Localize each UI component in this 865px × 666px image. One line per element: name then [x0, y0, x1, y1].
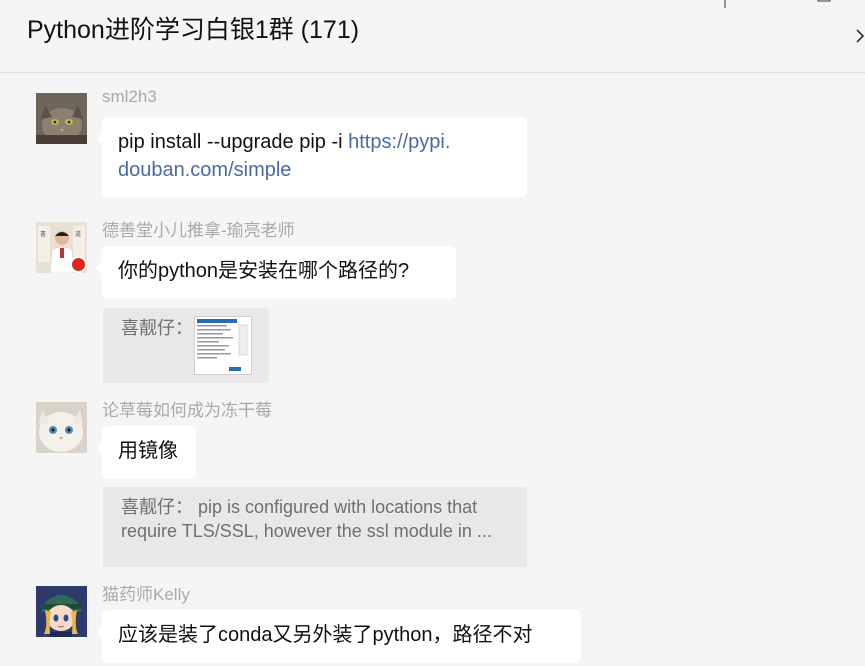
sender-name: sml2h3 — [102, 87, 157, 106]
message-list[interactable]: sml2h3 pip install --upgrade pip -i http… — [0, 74, 865, 666]
sender-name: 猫药师Kelly — [102, 585, 190, 604]
cat-avatar-icon — [36, 93, 87, 144]
message-link[interactable]: https://pypi. — [348, 131, 450, 153]
message-bubble[interactable]: 你的python是安装在哪个路径的? — [96, 246, 456, 299]
anime-avatar-icon — [36, 586, 87, 637]
message-bubble[interactable]: 应该是装了conda又另外装了python，路径不对 — [96, 610, 581, 663]
svg-text:書: 書 — [40, 230, 46, 238]
message-text: 你的python是安装在哪个路径的? — [118, 260, 410, 282]
pin-icon[interactable] — [718, 0, 732, 8]
message-text: pip install --upgrade pip -i — [118, 131, 349, 153]
screenshot-thumbnail-image — [195, 317, 251, 374]
message-bubble[interactable]: pip install --upgrade pip -i https://pyp… — [96, 117, 527, 197]
avatar-caomei[interactable] — [36, 402, 87, 453]
quoted-reply[interactable]: 喜靓仔： — [103, 308, 269, 383]
quote-author: 喜靓仔： — [121, 318, 193, 338]
quote-text: 喜靓仔： pip is configured with locations th… — [121, 497, 478, 517]
sender-name: 德善堂小儿推拿-瑜亮老师 — [102, 221, 295, 240]
message-link-continued[interactable]: douban.com/simple — [118, 159, 291, 181]
message-text: 用镜像 — [118, 440, 178, 462]
white-cat-avatar-icon — [36, 402, 87, 453]
message-bubble[interactable]: 用镜像 — [96, 426, 196, 479]
chevron-right-icon[interactable] — [856, 26, 865, 46]
avatar-kelly[interactable] — [36, 586, 87, 637]
svg-text:道: 道 — [75, 230, 81, 238]
avatar-sml2h3[interactable] — [36, 93, 87, 144]
screenshot-thumbnail[interactable] — [194, 316, 252, 375]
message-text: 应该是装了conda又另外装了python，路径不对 — [118, 624, 533, 646]
chat-header: Python进阶学习白银1群 (171) — [0, 0, 865, 73]
group-title: Python进阶学习白银1群 (171) — [27, 16, 360, 44]
maximize-icon[interactable] — [817, 0, 831, 8]
quoted-reply[interactable]: 喜靓仔： pip is configured with locations th… — [103, 487, 527, 567]
flag-badge-icon — [70, 256, 87, 273]
sender-name: 论草莓如何成为冻干莓 — [102, 401, 272, 420]
quote-text-continued: require TLS/SSL, however the ssl module … — [121, 521, 492, 541]
minimize-icon[interactable] — [767, 0, 781, 8]
